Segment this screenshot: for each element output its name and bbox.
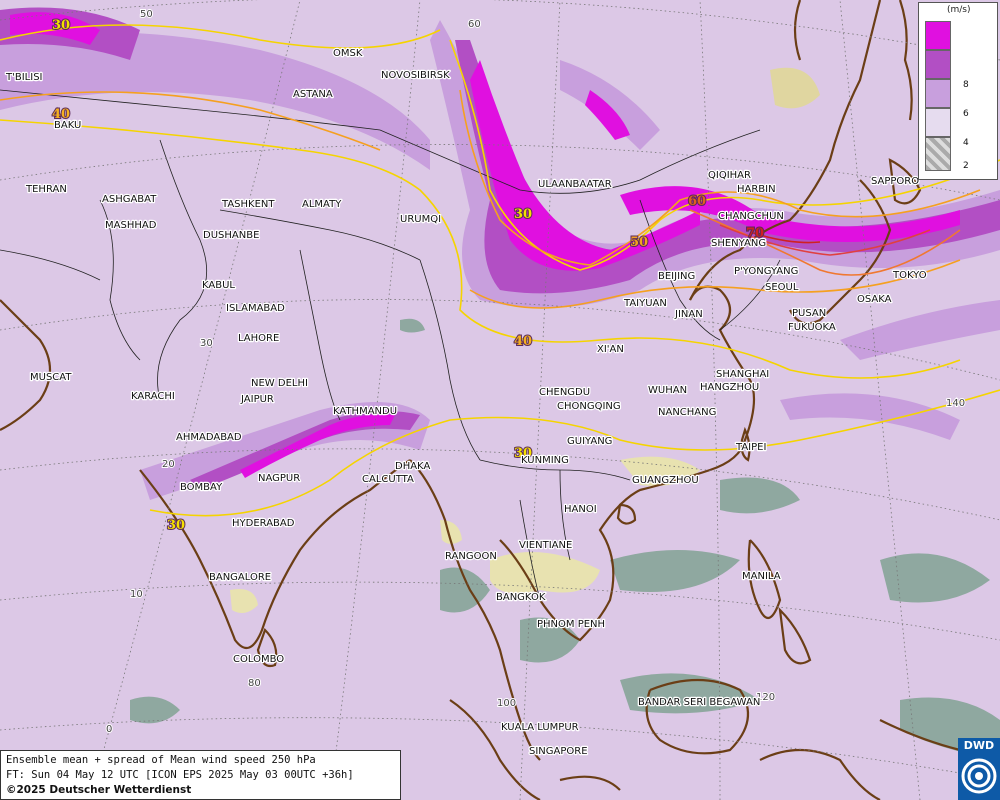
dwd-logo: DWD	[958, 738, 1000, 800]
city-label: SAPPORO	[871, 176, 919, 187]
caption-copyright: ©2025 Deutscher Wetterdienst	[6, 784, 192, 796]
city-label: VIENTIANE	[519, 540, 572, 551]
city-label: NOVOSIBIRSK	[381, 70, 450, 81]
legend-swatch	[925, 21, 951, 50]
city-label: KABUL	[202, 280, 235, 291]
city-label: URUMQI	[400, 214, 441, 225]
city-label: PHNOM PENH	[537, 619, 605, 630]
city-label: KARACHI	[131, 391, 175, 402]
city-label: CALCUTTA	[362, 474, 414, 485]
city-label: SEOUL	[765, 282, 799, 293]
grid-label: 30	[200, 338, 213, 349]
city-label: HARBIN	[737, 184, 776, 195]
legend-tick: 2	[963, 161, 969, 171]
city-label: HYDERABAD	[232, 518, 295, 529]
city-label: MUSCAT	[30, 372, 72, 383]
city-label: ALMATY	[302, 199, 342, 210]
contour-label: 60	[688, 194, 706, 209]
city-label: BEIJING	[658, 271, 695, 282]
city-label: AHMADABAD	[176, 432, 242, 443]
city-label: WUHAN	[648, 385, 687, 396]
city-label: KUALA LUMPUR	[501, 722, 579, 733]
city-label: JINAN	[674, 309, 703, 320]
city-label: FUKUOKA	[788, 322, 836, 333]
city-label: ASHGABAT	[102, 194, 157, 205]
contour-label: 30	[52, 18, 70, 33]
grid-label: 50	[140, 9, 153, 20]
grid-label: 80	[248, 678, 261, 689]
contour-label: 40	[514, 334, 532, 349]
city-label: BANGKOK	[496, 592, 546, 603]
dwd-logo-icon	[961, 758, 997, 794]
city-label: HANOI	[564, 504, 597, 515]
city-label: LAHORE	[238, 333, 279, 344]
legend-swatch	[925, 79, 951, 108]
city-label: MANILA	[742, 571, 781, 582]
grid-label: 20	[162, 459, 175, 470]
city-label: RANGOON	[445, 551, 497, 562]
city-label: NANCHANG	[658, 407, 716, 418]
city-label: BANDAR SERI BEGAWAN	[638, 697, 760, 708]
city-label: CHONGQING	[557, 401, 621, 412]
city-label: BOMBAY	[180, 482, 223, 493]
legend-unit: (m/s)	[947, 5, 971, 15]
grid-label: 100	[497, 698, 516, 709]
legend-tick: 8	[963, 80, 969, 90]
city-label: SINGAPORE	[529, 746, 588, 757]
city-label: TEHRAN	[25, 184, 67, 195]
city-label: OMSK	[333, 48, 363, 59]
city-label: CHANGCHUN	[718, 211, 784, 222]
city-label: PUSAN	[792, 308, 826, 319]
caption-forecast-time: FT: Sun 04 May 12 UTC [ICON EPS 2025 May…	[6, 769, 354, 781]
city-label: DUSHANBE	[203, 230, 259, 241]
contour-label: 30	[167, 518, 185, 533]
city-label: GUIYANG	[567, 436, 612, 447]
map-caption: Ensemble mean + spread of Mean wind spee…	[0, 750, 401, 800]
city-label: DHAKA	[395, 461, 430, 472]
city-label: T'BILISI	[5, 72, 42, 83]
caption-title: Ensemble mean + spread of Mean wind spee…	[6, 754, 316, 766]
legend-swatch	[925, 108, 951, 137]
city-label: JAIPUR	[240, 394, 274, 405]
city-label: NAGPUR	[258, 473, 300, 484]
weather-map: 30 40 30 30 30 40 50 60 70 50 60 30 20 1…	[0, 0, 1000, 800]
city-label: BAKU	[54, 120, 81, 131]
city-label: GUANGZHOU	[632, 475, 699, 486]
city-label: SHENYANG	[711, 238, 766, 249]
city-label: SHANGHAI	[716, 369, 769, 380]
legend-swatch	[925, 50, 951, 79]
grid-label: 0	[106, 724, 112, 735]
legend-tick: 4	[963, 138, 969, 148]
city-label: TOKYO	[892, 270, 927, 281]
city-label: NEW DELHI	[251, 378, 308, 389]
contour-label: 30	[514, 207, 532, 222]
legend: (m/s) 8 6 4 2	[918, 2, 998, 180]
grid-label: 140	[946, 398, 965, 409]
city-label: OSAKA	[857, 294, 892, 305]
city-label: TAIPEI	[735, 442, 766, 453]
dwd-logo-text: DWD	[963, 739, 995, 752]
city-label: BANGALORE	[209, 572, 271, 583]
city-label: QIQIHAR	[708, 170, 751, 181]
city-label: ISLAMABAD	[226, 303, 285, 314]
city-label: KATHMANDU	[333, 406, 397, 417]
city-label: XI'AN	[597, 344, 624, 355]
city-label: CHENGDU	[539, 387, 590, 398]
city-label: MASHHAD	[105, 220, 157, 231]
legend-tick: 6	[963, 109, 969, 119]
city-label: ASTANA	[293, 89, 333, 100]
city-label: P'YONGYANG	[734, 266, 798, 277]
city-label: TASHKENT	[221, 199, 275, 210]
city-label: COLOMBO	[233, 654, 284, 665]
city-label: ULAANBAATAR	[538, 179, 612, 190]
city-label: HANGZHOU	[700, 382, 759, 393]
city-label: TAIYUAN	[623, 298, 667, 309]
legend-swatch	[925, 137, 951, 171]
grid-label: 60	[468, 19, 481, 30]
grid-label: 10	[130, 589, 143, 600]
city-label: KUNMING	[521, 455, 569, 466]
contour-label: 50	[630, 235, 648, 250]
